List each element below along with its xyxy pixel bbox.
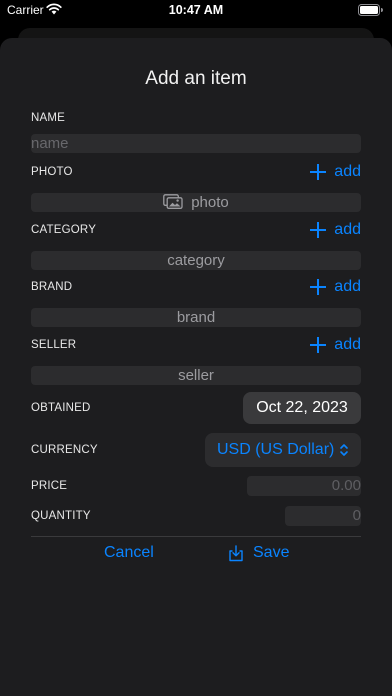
- battery-icon: [358, 4, 383, 16]
- currency-value: USD (US Dollar): [217, 441, 335, 458]
- sheet-title: Add an item: [145, 68, 247, 89]
- clock: 10:47 AM: [168, 3, 224, 17]
- save-tray-icon: [229, 544, 243, 561]
- category-label: CATEGORY: [31, 224, 97, 236]
- add-seller-button[interactable]: add: [309, 335, 361, 355]
- name-placeholder: name: [31, 135, 69, 152]
- plus-icon: [309, 278, 327, 296]
- seller-label: SELLER: [31, 339, 77, 351]
- brand-value: brand: [176, 309, 216, 326]
- save-button[interactable]: Save: [228, 544, 289, 562]
- price-label: PRICE: [31, 480, 68, 492]
- obtained-date-picker[interactable]: Oct 22, 2023: [243, 392, 361, 424]
- category-field[interactable]: category: [31, 251, 361, 270]
- add-seller-label: add: [334, 336, 361, 353]
- plus-icon: [309, 221, 327, 239]
- cancel-button[interactable]: Cancel: [104, 544, 154, 562]
- plus-icon: [309, 163, 327, 181]
- add-category-button[interactable]: add: [309, 220, 361, 240]
- currency-label: CURRENCY: [31, 444, 98, 456]
- price-placeholder: 0.00: [331, 477, 361, 494]
- name-label: NAME: [31, 112, 66, 124]
- screen: Carrier 10:47 AM Add an item NAME name P…: [0, 0, 392, 696]
- status-bar: Carrier 10:47 AM: [0, 0, 392, 22]
- cancel-label: Cancel: [104, 544, 154, 561]
- chevron-up-down-icon: [340, 444, 348, 456]
- price-input[interactable]: 0.00: [247, 476, 361, 496]
- add-photo-button[interactable]: add: [309, 162, 361, 182]
- save-label: Save: [253, 544, 290, 561]
- seller-field[interactable]: seller: [31, 366, 361, 385]
- add-item-sheet: Add an item NAME name PHOTO add photo CA…: [0, 38, 392, 696]
- category-value: category: [167, 252, 225, 269]
- name-input[interactable]: name: [31, 134, 361, 153]
- photo-label: PHOTO: [31, 166, 73, 178]
- quantity-label: QUANTITY: [31, 510, 91, 522]
- quantity-input[interactable]: 0: [285, 506, 361, 526]
- brand-label: BRAND: [31, 281, 73, 293]
- quantity-placeholder: 0: [352, 507, 361, 524]
- add-brand-label: add: [334, 278, 361, 295]
- seller-value: seller: [178, 367, 214, 384]
- brand-field[interactable]: brand: [31, 308, 361, 327]
- photo-value: photo: [191, 194, 229, 211]
- currency-picker[interactable]: USD (US Dollar): [205, 433, 361, 467]
- add-brand-button[interactable]: add: [309, 277, 361, 297]
- divider: [31, 536, 361, 537]
- photo-field[interactable]: photo: [31, 193, 361, 212]
- add-photo-label: add: [334, 163, 361, 180]
- plus-icon: [309, 336, 327, 354]
- obtained-label: OBTAINED: [31, 402, 91, 414]
- add-category-label: add: [334, 221, 361, 238]
- photo-stack-icon: [163, 193, 183, 209]
